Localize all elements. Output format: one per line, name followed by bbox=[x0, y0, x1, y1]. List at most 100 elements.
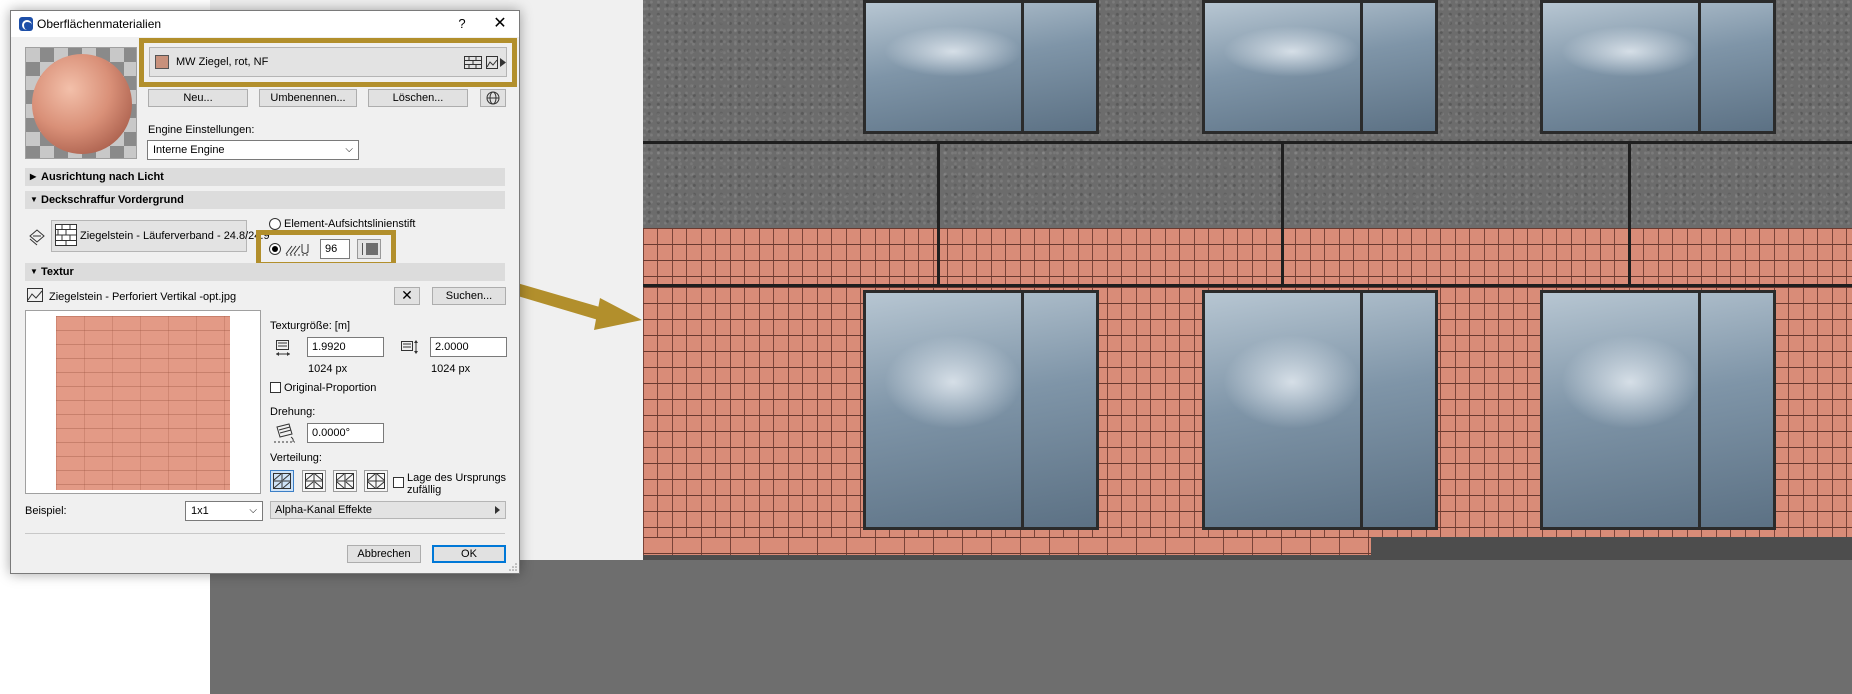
custom-pen-radio[interactable] bbox=[269, 243, 281, 255]
texture-width-px: 1024 px bbox=[308, 363, 348, 375]
sky-reflection bbox=[884, 26, 1023, 78]
globe-library-button[interactable] bbox=[480, 89, 506, 107]
texture-width-field[interactable]: 1.9920 bbox=[307, 337, 384, 357]
material-color-swatch bbox=[155, 55, 169, 69]
texture-image-icon bbox=[486, 56, 498, 69]
chevron-down-icon: ⌵ bbox=[345, 144, 353, 155]
section-label: Textur bbox=[41, 266, 74, 278]
random-origin-checkbox[interactable] bbox=[393, 477, 404, 488]
sky-reflection bbox=[1561, 26, 1700, 78]
window-top-3 bbox=[1540, 0, 1776, 134]
texture-image bbox=[56, 316, 230, 490]
collapse-triangle-icon: ▼ bbox=[30, 267, 38, 276]
window-lower-1 bbox=[863, 290, 1099, 530]
section-label: Ausrichtung nach Licht bbox=[41, 171, 164, 183]
window-top-2 bbox=[1202, 0, 1438, 134]
section-texture[interactable]: ▼ Textur bbox=[25, 263, 505, 281]
rotation-field[interactable]: 0.0000° bbox=[307, 423, 384, 443]
remove-texture-button[interactable]: ✕ bbox=[394, 287, 420, 305]
window-mullion bbox=[1698, 3, 1701, 131]
globe-icon bbox=[486, 91, 500, 105]
distribution-label: Verteilung: bbox=[270, 452, 322, 464]
engine-select[interactable]: Interne Engine ⌵ bbox=[147, 140, 359, 160]
tile-mirror-y-icon bbox=[336, 473, 354, 489]
sky-reflection bbox=[1561, 335, 1700, 429]
engine-select-value: Interne Engine bbox=[153, 144, 225, 156]
texture-width-icon bbox=[276, 340, 290, 356]
window-mullion bbox=[1360, 293, 1363, 527]
window-mullion bbox=[1021, 293, 1024, 527]
material-sphere-preview bbox=[25, 47, 137, 159]
distribution-mirror-y-button[interactable] bbox=[333, 470, 357, 492]
texture-file-name: Ziegelstein - Perforiert Vertikal -opt.j… bbox=[49, 291, 237, 303]
window-mullion bbox=[1021, 3, 1024, 131]
element-pen-radio[interactable] bbox=[269, 218, 281, 230]
pen-hatch-icon bbox=[285, 244, 309, 256]
window-lower-2 bbox=[1202, 290, 1438, 530]
material-selector[interactable]: MW Ziegel, rot, NF bbox=[149, 47, 507, 77]
texture-size-label: Texturgröße: [m] bbox=[270, 320, 351, 332]
collapse-triangle-icon: ▼ bbox=[30, 195, 38, 204]
texture-height-field[interactable]: 2.0000 bbox=[430, 337, 507, 357]
distribution-mirror-xy-button[interactable] bbox=[364, 470, 388, 492]
rename-material-button[interactable]: Umbenennen... bbox=[259, 89, 357, 107]
fill-type-selector[interactable]: Ziegelstein - Läuferverband - 24.8/24.9 bbox=[51, 220, 270, 252]
original-proportion-checkbox[interactable] bbox=[270, 382, 281, 393]
close-button[interactable]: ✕ bbox=[487, 13, 513, 35]
cancel-button[interactable]: Abbrechen bbox=[347, 545, 421, 563]
help-button[interactable]: ? bbox=[451, 14, 473, 34]
brick-pattern-icon bbox=[55, 224, 77, 246]
example-select-value: 1x1 bbox=[191, 505, 209, 517]
hatch-pattern-icon bbox=[464, 56, 482, 69]
panel-joint bbox=[937, 144, 940, 284]
section-label: Deckschraffur Vordergrund bbox=[41, 194, 184, 206]
archicad-app-icon bbox=[19, 17, 33, 31]
tile-mirror-x-icon bbox=[305, 473, 323, 489]
sky-reflection bbox=[1223, 26, 1362, 78]
divider bbox=[25, 533, 505, 534]
panel-joint bbox=[1628, 144, 1631, 284]
delete-material-button[interactable]: Löschen... bbox=[368, 89, 468, 107]
texture-file-icon bbox=[27, 288, 43, 302]
pen-separator bbox=[362, 243, 363, 255]
resize-grip-icon[interactable] bbox=[509, 563, 517, 571]
fill-type-name: Ziegelstein - Läuferverband - 24.8/24.9 bbox=[80, 230, 270, 242]
new-material-button[interactable]: Neu... bbox=[148, 89, 248, 107]
ok-button[interactable]: OK bbox=[432, 545, 506, 563]
pen-color-swatch[interactable] bbox=[357, 239, 381, 259]
section-hatch-foreground[interactable]: ▼ Deckschraffur Vordergrund bbox=[25, 191, 505, 209]
texture-preview bbox=[25, 310, 261, 494]
distribution-mirror-x-button[interactable] bbox=[302, 470, 326, 492]
chevron-down-icon: ⌵ bbox=[249, 505, 257, 516]
window-top-1 bbox=[863, 0, 1099, 134]
original-proportion-label: Original-Proportion bbox=[284, 382, 377, 394]
concrete-band-middle bbox=[643, 144, 1852, 228]
brick-plinth bbox=[643, 537, 1371, 555]
brick-band-middle bbox=[643, 228, 1852, 284]
window-lower-3 bbox=[1540, 290, 1776, 530]
distribution-normal-button[interactable] bbox=[270, 470, 294, 492]
title-bar[interactable]: Oberflächenmaterialien ? ✕ bbox=[11, 11, 519, 37]
ground-plane bbox=[210, 560, 1852, 694]
flyout-arrow-icon bbox=[495, 506, 500, 514]
pen-color bbox=[366, 243, 378, 255]
alpha-channel-button[interactable]: Alpha-Kanal Effekte bbox=[270, 501, 506, 519]
search-texture-button[interactable]: Suchen... bbox=[432, 287, 506, 305]
window-mullion bbox=[1698, 293, 1701, 527]
element-pen-label: Element-Aufsichtslinienstift bbox=[284, 218, 416, 230]
sphere bbox=[32, 54, 132, 154]
section-light-orientation[interactable]: ▶ Ausrichtung nach Licht bbox=[25, 168, 505, 186]
fill-bucket-icon bbox=[29, 229, 45, 246]
flyout-arrow-icon[interactable] bbox=[500, 58, 506, 67]
example-label: Beispiel: bbox=[25, 505, 67, 517]
random-origin-label: Lage des Ursprungs zufällig bbox=[407, 472, 507, 496]
example-select[interactable]: 1x1 ⌵ bbox=[185, 501, 263, 521]
pen-number-field[interactable]: 96 bbox=[320, 239, 350, 259]
texture-height-icon bbox=[401, 340, 418, 354]
tile-mirror-xy-icon bbox=[367, 473, 385, 489]
rotation-label: Drehung: bbox=[270, 406, 316, 418]
engine-settings-label: Engine Einstellungen: bbox=[148, 124, 255, 136]
panel-joint bbox=[1281, 144, 1284, 284]
surface-materials-dialog: Oberflächenmaterialien ? ✕ MW Ziegel, ro… bbox=[10, 10, 520, 574]
alpha-channel-label: Alpha-Kanal Effekte bbox=[275, 504, 373, 516]
